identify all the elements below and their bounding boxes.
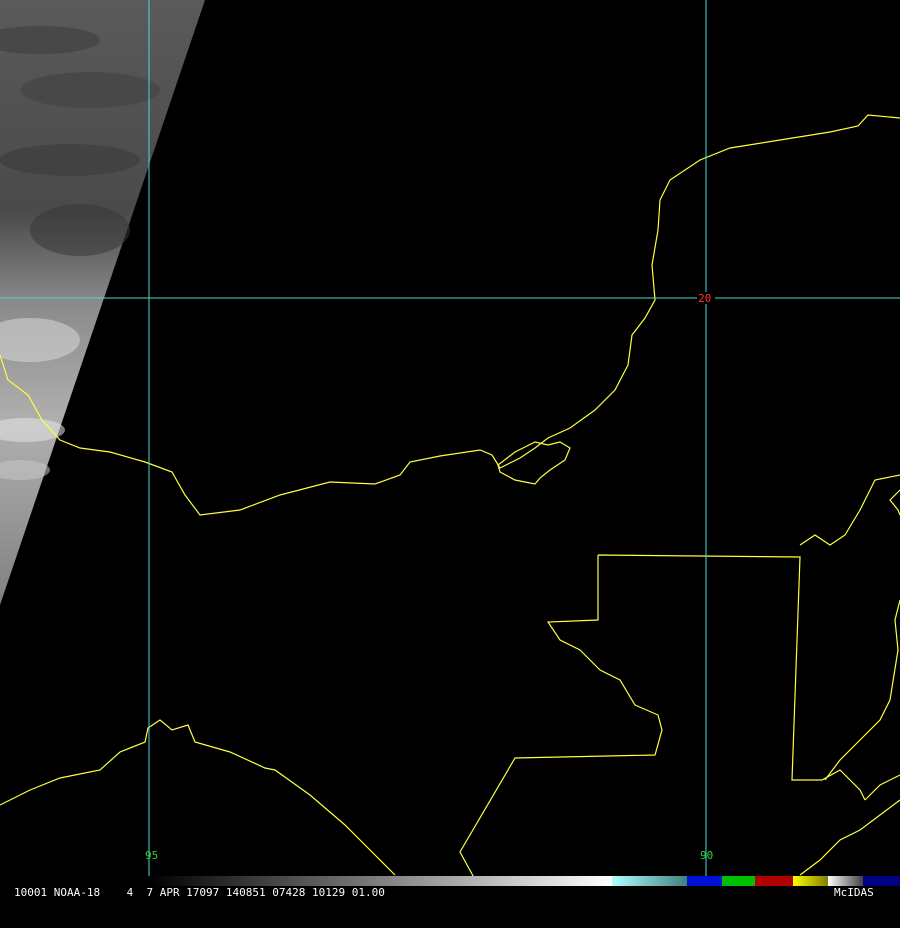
latitude-label-20: 20 (698, 292, 711, 305)
colorbar-segment-red (755, 876, 793, 886)
colorbar-segment-yellow (793, 876, 828, 886)
image-info-text: 10001 NOAA-18 4 7 APR 17097 140851 07428… (14, 886, 385, 899)
satellite-map: 20 95 90 (0, 0, 900, 886)
colorbar-segment-blue (687, 876, 722, 886)
pacific-coastline (0, 719, 396, 876)
guatemala-border (459, 554, 866, 886)
longitude-label-95: 95 (145, 849, 158, 862)
longitude-label-90: 90 (700, 849, 713, 862)
colorbar-segment-navy (863, 876, 900, 886)
status-bar: 10001 NOAA-18 4 7 APR 17097 140851 07428… (0, 886, 900, 900)
colorbar-segment-green (722, 876, 755, 886)
coastlines (0, 114, 900, 886)
mcidas-brand: McIDAS (834, 886, 874, 899)
colorbar-segment-cyan (612, 876, 687, 886)
honduras-coastline (799, 774, 900, 876)
colorbar-segment-gray (828, 876, 863, 886)
colorbar-gradient (150, 876, 612, 886)
belize-coastline (799, 474, 900, 781)
